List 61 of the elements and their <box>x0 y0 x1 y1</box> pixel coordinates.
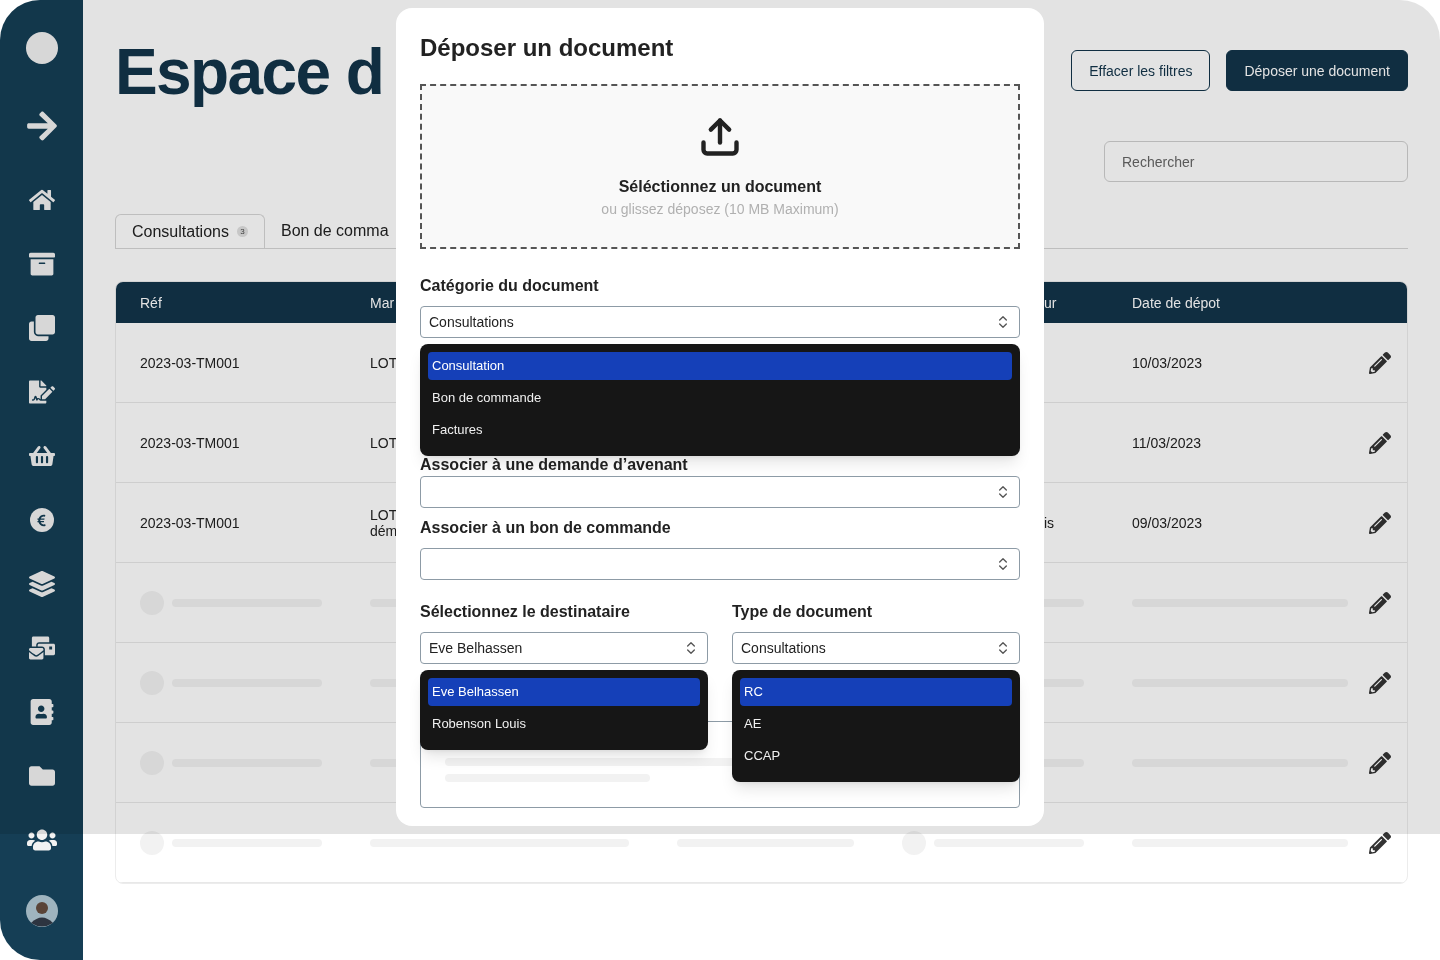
edit-icon[interactable] <box>1369 351 1391 374</box>
table-cell-text: 09/03/2023 <box>1132 513 1204 533</box>
dialog-title: Déposer un document <box>420 33 675 63</box>
layers-icon[interactable] <box>28 571 55 597</box>
field-label: Associer à une demande d’avenant <box>420 456 688 474</box>
document-icon[interactable] <box>28 379 55 405</box>
column-header: ur <box>1044 293 1058 313</box>
amendment-select[interactable] <box>420 476 1020 508</box>
edit-icon[interactable] <box>1369 671 1391 694</box>
table-cell: LOT <box>370 354 398 371</box>
action-button[interactable]: Effacer les filtres <box>1071 50 1211 91</box>
avatar[interactable] <box>25 895 58 927</box>
drop-zone-hint: ou glissez déposez (10 MB Maximum) <box>601 199 839 219</box>
edit-icon[interactable] <box>1369 831 1391 854</box>
search-field[interactable]: Rechercher <box>1104 141 1408 182</box>
dropdown-option[interactable]: RC <box>740 678 1012 706</box>
tab[interactable]: Consultations 3 <box>115 214 265 248</box>
column-header: Mar <box>370 293 396 313</box>
dropdown-option[interactable]: Eve Belhassen <box>428 678 700 706</box>
table-cell-text: 2023-03-TM001 <box>139 513 241 533</box>
edit-icon[interactable] <box>1369 511 1391 534</box>
category-select[interactable]: Consultations <box>420 306 1020 338</box>
dropdown-option[interactable]: CCAP <box>740 742 1012 770</box>
drop-zone-title: Séléctionnez un document <box>618 176 822 197</box>
recipient-select[interactable]: Eve Belhassen <box>420 632 708 664</box>
table-cell-text: 10/03/2023 <box>1132 353 1204 373</box>
table-cell-text: 2023-03-TM001 <box>139 433 241 453</box>
document-type-select[interactable]: Consultations <box>732 632 1020 664</box>
dropdown-option[interactable]: Bon de commande <box>428 384 1012 412</box>
field-label: Associer à un bon de commande <box>420 518 671 538</box>
table-cell: LOT <box>370 434 398 451</box>
drop-zone[interactable]: Séléctionnez un document ou glissez déposez (10 MB Maximum) <box>420 84 1020 249</box>
dropdown-option[interactable]: Factures <box>428 416 1012 444</box>
table-cell-text: 2023-03-TM001 <box>139 353 241 373</box>
page-title: Espace d <box>115 35 384 110</box>
home-icon[interactable] <box>28 187 55 213</box>
field-label: Type de document <box>732 602 873 622</box>
euro-icon[interactable] <box>29 508 54 532</box>
basket-icon[interactable] <box>28 443 55 469</box>
field-label: Sélectionnez le destinataire <box>420 602 630 622</box>
table-cell-text: 11/03/2023 <box>1132 433 1203 453</box>
cards-icon[interactable] <box>28 315 55 341</box>
mail-icon[interactable] <box>28 635 55 661</box>
folder-icon[interactable] <box>28 763 55 789</box>
table-cell: LOT <box>370 506 398 523</box>
arrow-right-icon[interactable] <box>24 109 59 143</box>
action-button[interactable]: Déposer une document <box>1226 50 1408 91</box>
purchase-order-select[interactable] <box>420 548 1020 580</box>
dropdown-option[interactable]: Robenson Louis <box>428 710 700 738</box>
column-header: Réf <box>139 293 163 313</box>
table-cell: is <box>1044 514 1055 531</box>
edit-icon[interactable] <box>1369 751 1391 774</box>
table-cell: dém <box>370 522 398 539</box>
edit-icon[interactable] <box>1369 591 1391 614</box>
edit-icon[interactable] <box>1369 431 1391 454</box>
contacts-icon[interactable] <box>28 699 55 725</box>
dropdown-option[interactable]: AE <box>740 710 1012 738</box>
field-label: Catégorie du document <box>420 276 599 296</box>
archive-icon[interactable] <box>28 251 55 277</box>
dropdown-option[interactable]: Consultation <box>428 352 1012 380</box>
column-header: Date de dépot <box>1132 293 1221 313</box>
